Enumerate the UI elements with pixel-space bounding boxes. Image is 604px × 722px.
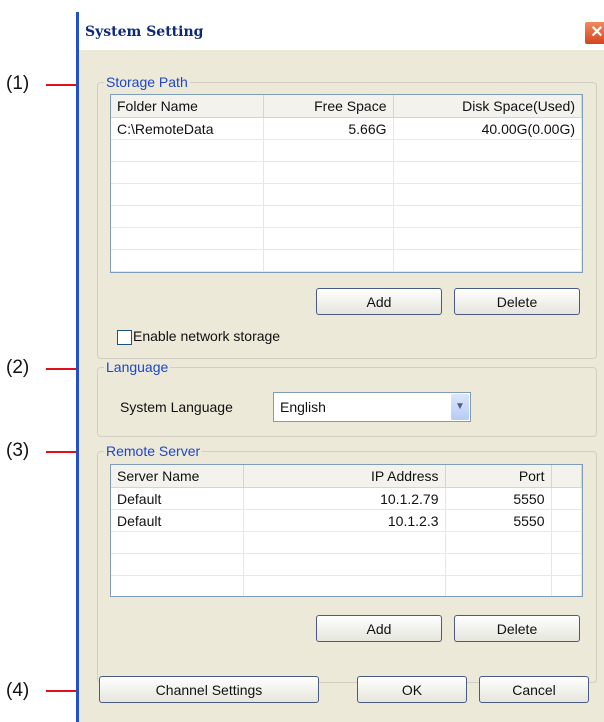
- storage-path-list[interactable]: Folder Name Free Space Disk Space(Used) …: [110, 94, 583, 273]
- column-header-port[interactable]: Port: [445, 465, 552, 488]
- chevron-down-icon[interactable]: ▼: [451, 394, 469, 420]
- table-row: [111, 139, 582, 162]
- remote-server-legend: Remote Server: [104, 443, 203, 459]
- channel-settings-button[interactable]: Channel Settings: [99, 676, 319, 703]
- cancel-button[interactable]: Cancel: [479, 676, 589, 703]
- column-header-server-name[interactable]: Server Name: [111, 465, 244, 488]
- language-legend: Language: [104, 359, 171, 375]
- table-row: [111, 183, 582, 206]
- storage-delete-button[interactable]: Delete: [454, 288, 580, 315]
- storage-path-group: Storage Path Folder Name Free Space Disk…: [97, 74, 597, 359]
- disk-space-cell: 40.00G(0.00G): [393, 117, 582, 140]
- column-header-disk-space[interactable]: Disk Space(Used): [393, 95, 582, 118]
- storage-path-legend: Storage Path: [104, 74, 190, 90]
- free-space-cell: 5.66G: [263, 117, 394, 140]
- table-row: [111, 227, 582, 250]
- table-row[interactable]: C:\RemoteData 5.66G 40.00G(0.00G): [111, 117, 582, 140]
- storage-add-button[interactable]: Add: [316, 288, 442, 315]
- system-language-value: English: [280, 399, 326, 415]
- table-row: [111, 161, 582, 184]
- system-setting-window: System Setting ✕ Storage Path Folder Nam…: [76, 12, 604, 722]
- remote-delete-button[interactable]: Delete: [454, 615, 580, 642]
- remote-add-button[interactable]: Add: [316, 615, 442, 642]
- window-title: System Setting: [85, 24, 204, 40]
- ok-button[interactable]: OK: [357, 676, 467, 703]
- folder-name-cell: C:\RemoteData: [111, 117, 264, 140]
- port-cell: 5550: [445, 509, 552, 532]
- remote-server-table: Server Name IP Address Port Default 10.1…: [111, 465, 582, 596]
- table-row: [111, 249, 582, 272]
- enable-network-storage-checkbox[interactable]: [117, 330, 132, 345]
- close-icon[interactable]: ✕: [584, 21, 604, 45]
- column-header-ip-address[interactable]: IP Address: [243, 465, 446, 488]
- table-row: [111, 575, 582, 596]
- server-name-cell: Default: [111, 509, 244, 532]
- column-header-free-space[interactable]: Free Space: [263, 95, 394, 118]
- table-row: [111, 531, 582, 554]
- remote-server-group: Remote Server Server Name IP Address Por…: [97, 443, 597, 683]
- ip-address-cell: 10.1.2.79: [243, 487, 446, 510]
- port-cell: 5550: [445, 487, 552, 510]
- table-row[interactable]: Default 10.1.2.3 5550: [111, 509, 582, 532]
- column-header-filler: [551, 465, 582, 488]
- title-bar: System Setting ✕: [79, 12, 604, 50]
- table-row: [111, 205, 582, 228]
- ip-address-cell: 10.1.2.3: [243, 509, 446, 532]
- server-name-cell: Default: [111, 487, 244, 510]
- language-group: Language System Language English ▼: [97, 359, 597, 437]
- table-row: [111, 553, 582, 576]
- column-header-folder-name[interactable]: Folder Name: [111, 95, 264, 118]
- enable-network-storage-label[interactable]: Enable network storage: [133, 328, 280, 344]
- remote-server-list[interactable]: Server Name IP Address Port Default 10.1…: [110, 464, 583, 597]
- system-language-select[interactable]: English ▼: [273, 392, 471, 422]
- callout-4: (4): [6, 680, 30, 701]
- callout-1: (1): [6, 73, 30, 94]
- callout-3: (3): [6, 440, 30, 461]
- storage-path-table: Folder Name Free Space Disk Space(Used) …: [111, 95, 582, 272]
- system-language-label: System Language: [120, 399, 233, 415]
- callout-2: (2): [6, 357, 30, 378]
- table-row[interactable]: Default 10.1.2.79 5550: [111, 487, 582, 510]
